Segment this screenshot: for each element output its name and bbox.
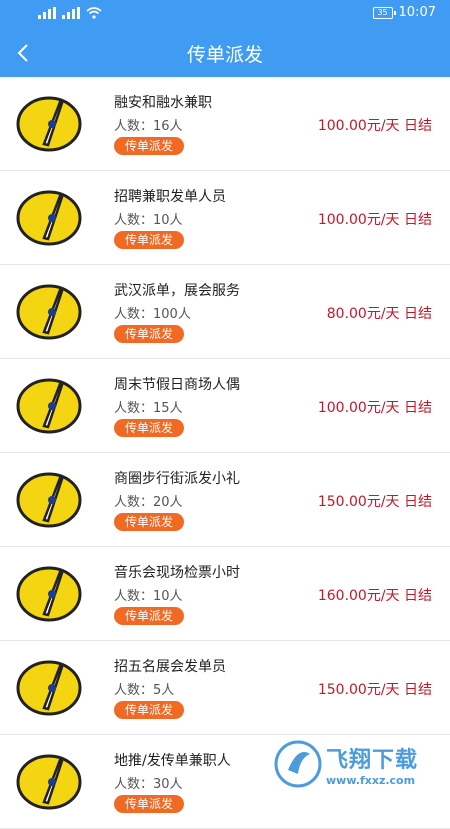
cellular-signal-2-icon bbox=[62, 7, 80, 19]
job-logo-icon bbox=[16, 96, 82, 152]
job-logo-icon bbox=[16, 472, 82, 528]
status-bar: 35 10:07 bbox=[0, 0, 450, 28]
job-headcount: 人数：5人 bbox=[114, 683, 175, 698]
job-logo-icon bbox=[16, 660, 82, 716]
job-salary: 150.00元/天 日结 bbox=[317, 494, 432, 510]
watermark-logo-icon bbox=[274, 740, 322, 788]
job-title: 地推/发传单兼职人 bbox=[114, 753, 231, 769]
job-category-badge: 传单派发 bbox=[114, 513, 185, 531]
job-salary: 80.00元/天 日结 bbox=[326, 306, 432, 322]
job-logo-icon bbox=[16, 190, 82, 246]
job-category-badge: 传单派发 bbox=[114, 325, 185, 343]
job-title: 周末节假日商场人偶 bbox=[114, 377, 240, 393]
job-list-item[interactable]: 招五名展会发单员 人数：5人 传单派发 150.00元/天 日结 bbox=[0, 641, 450, 735]
job-salary: 160.00元/天 日结 bbox=[317, 588, 432, 604]
job-headcount: 人数：10人 bbox=[114, 589, 183, 604]
job-category-badge: 传单派发 bbox=[114, 701, 185, 719]
job-salary: 150.00元/天 日结 bbox=[317, 682, 432, 698]
app-header: 传单派发 bbox=[0, 28, 450, 77]
job-category-badge: 传单派发 bbox=[114, 231, 185, 249]
job-list-item[interactable]: 音乐会现场检票小时 人数：10人 传单派发 160.00元/天 日结 bbox=[0, 547, 450, 641]
job-headcount: 人数：10人 bbox=[114, 213, 183, 228]
job-title: 融安和融水兼职 bbox=[114, 95, 212, 111]
cellular-signal-icon bbox=[38, 7, 56, 19]
job-category-badge: 传单派发 bbox=[114, 137, 185, 155]
job-salary: 100.00元/天 日结 bbox=[317, 212, 432, 228]
battery-icon: 35 bbox=[372, 6, 396, 19]
job-logo-icon bbox=[16, 284, 82, 340]
job-category-badge: 传单派发 bbox=[114, 795, 185, 813]
signal-indicators bbox=[38, 7, 102, 19]
job-list: 融安和融水兼职 人数：16人 传单派发 100.00元/天 日结 招聘兼职发单人… bbox=[0, 77, 450, 829]
watermark-brand: 飞翔下载 bbox=[326, 747, 419, 773]
job-title: 招聘兼职发单人员 bbox=[114, 189, 226, 205]
job-headcount: 人数：20人 bbox=[114, 495, 183, 510]
page-title: 传单派发 bbox=[186, 44, 263, 66]
job-title: 武汉派单，展会服务 bbox=[114, 283, 240, 299]
job-list-item[interactable]: 周末节假日商场人偶 人数：15人 传单派发 100.00元/天 日结 bbox=[0, 359, 450, 453]
job-logo-icon bbox=[16, 378, 82, 434]
clock: 10:07 bbox=[398, 5, 436, 20]
job-salary: 100.00元/天 日结 bbox=[317, 400, 432, 416]
job-headcount: 人数：15人 bbox=[114, 401, 183, 416]
job-headcount: 人数：16人 bbox=[114, 119, 183, 134]
job-headcount: 人数：30人 bbox=[114, 777, 183, 792]
wifi-icon bbox=[86, 7, 102, 19]
job-title: 音乐会现场检票小时 bbox=[114, 565, 240, 581]
job-logo-icon bbox=[16, 754, 82, 810]
job-list-item[interactable]: 商圈步行街派发小礼 人数：20人 传单派发 150.00元/天 日结 bbox=[0, 453, 450, 547]
watermark: 飞翔下载 www.fxxz.com bbox=[274, 734, 444, 794]
job-category-badge: 传单派发 bbox=[114, 607, 185, 625]
job-category-badge: 传单派发 bbox=[114, 419, 185, 437]
status-right: 35 10:07 bbox=[372, 5, 436, 20]
job-list-item[interactable]: 武汉派单，展会服务 人数：100人 传单派发 80.00元/天 日结 bbox=[0, 265, 450, 359]
watermark-url: www.fxxz.com bbox=[326, 773, 416, 787]
job-logo-icon bbox=[16, 566, 82, 622]
job-title: 商圈步行街派发小礼 bbox=[114, 471, 240, 487]
job-headcount: 人数：100人 bbox=[114, 307, 191, 322]
job-title: 招五名展会发单员 bbox=[114, 659, 226, 675]
job-list-item[interactable]: 招聘兼职发单人员 人数：10人 传单派发 100.00元/天 日结 bbox=[0, 171, 450, 265]
job-list-item[interactable]: 融安和融水兼职 人数：16人 传单派发 100.00元/天 日结 bbox=[0, 77, 450, 171]
job-salary: 100.00元/天 日结 bbox=[317, 118, 432, 134]
